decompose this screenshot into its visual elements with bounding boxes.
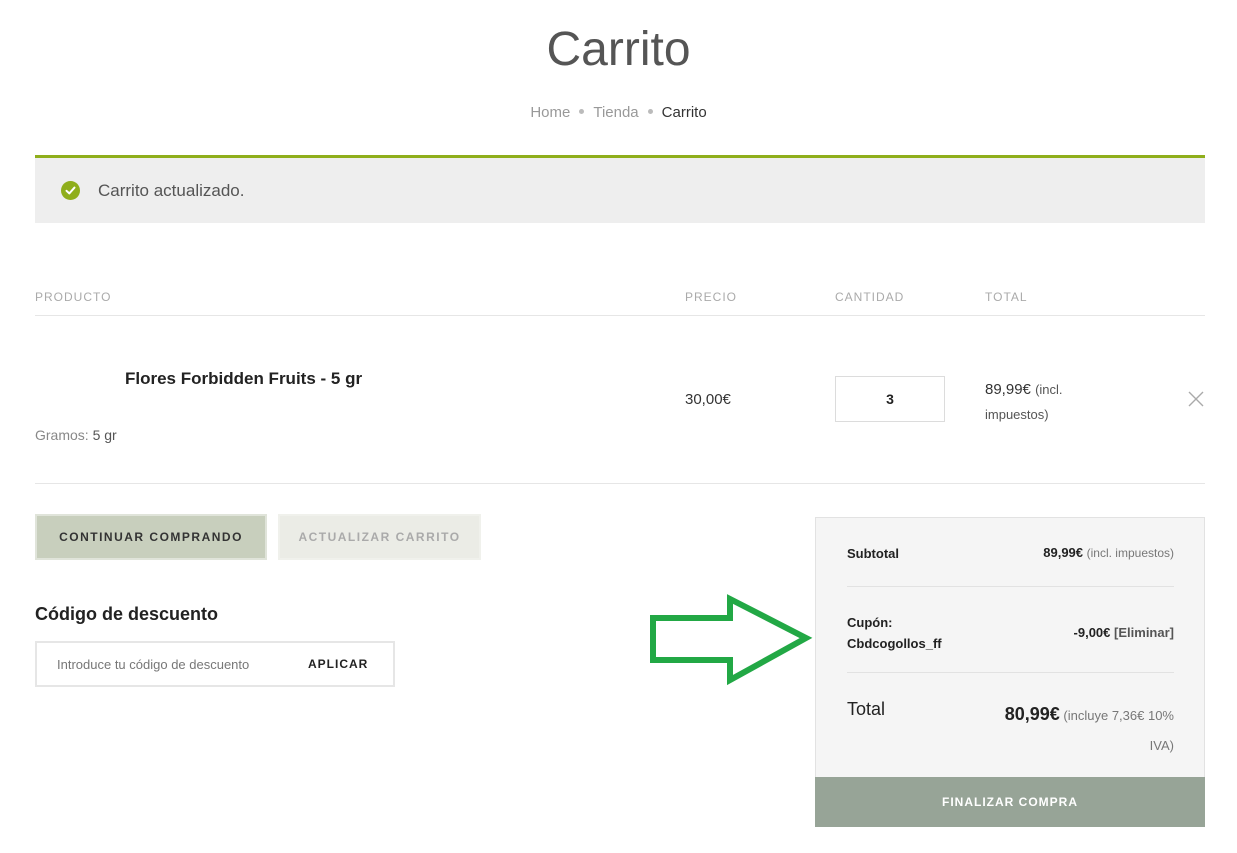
coupon-form: APLICAR	[35, 641, 395, 687]
line-total: 89,99€ (incl. impuestos)	[985, 377, 1105, 427]
cart-updated-notice: Carrito actualizado.	[35, 155, 1205, 223]
line-total-value: 89,99€	[985, 381, 1031, 398]
total-label: Total	[847, 699, 886, 719]
checkout-button[interactable]: FINALIZAR COMPRA	[815, 777, 1205, 827]
product-price: 30,00€	[685, 391, 731, 408]
total-row: Total 80,99€ (incluye 7,36€ 10% IVA)	[847, 699, 1174, 753]
total-value: 80,99€	[1004, 704, 1060, 724]
product-name[interactable]: Flores Forbidden Fruits - 5 gr	[125, 369, 362, 389]
total-amount: 80,99€ (incluye 7,36€ 10% IVA)	[1005, 699, 1174, 761]
apply-coupon-button[interactable]: APLICAR	[308, 657, 368, 671]
table-divider	[35, 315, 1205, 316]
header-product: PRODUCTO	[35, 290, 112, 304]
total-tax-note: (incluye 7,36€ 10%	[1063, 708, 1174, 723]
breadcrumb-separator	[647, 109, 653, 115]
arrow-right-icon	[650, 594, 813, 686]
cart-totals: Subtotal 89,99€ (incl. impuestos) Cupón:…	[815, 517, 1205, 777]
subtotal-note: (incl. impuestos)	[1086, 546, 1174, 560]
total-tax-note-end: IVA)	[1149, 738, 1174, 753]
check-circle-icon	[61, 181, 80, 200]
variation-label: Gramos:	[35, 427, 89, 443]
variation-value: 5 gr	[92, 427, 117, 443]
header-price: PRECIO	[685, 290, 738, 304]
page-title: Carrito	[546, 23, 691, 76]
table-divider	[35, 483, 1205, 484]
breadcrumb-current: Carrito	[661, 104, 707, 121]
notice-message: Carrito actualizado.	[98, 180, 245, 200]
coupon-title: Código de descuento	[35, 604, 219, 624]
remove-coupon-link[interactable]: [Eliminar]	[1114, 625, 1174, 640]
coupon-row: Cupón: Cbdcogollos_ff -9,00€ [Eliminar]	[847, 612, 1174, 654]
subtotal-value: 89,99€	[1043, 545, 1084, 560]
breadcrumb-shop[interactable]: Tienda	[593, 104, 638, 121]
coupon-input[interactable]	[37, 656, 302, 672]
quantity-input[interactable]	[835, 376, 945, 422]
breadcrumb: Home Tienda Carrito	[0, 104, 1237, 121]
breadcrumb-home[interactable]: Home	[530, 104, 570, 121]
coupon-amount: -9,00€ [Eliminar]	[1074, 622, 1174, 643]
coupon-value: -9,00€	[1073, 625, 1111, 640]
continue-shopping-button[interactable]: CONTINUAR COMPRANDO	[35, 514, 267, 560]
close-icon[interactable]	[1186, 389, 1206, 409]
subtotal-amount: 89,99€ (incl. impuestos)	[1043, 545, 1174, 560]
totals-divider	[847, 672, 1174, 673]
update-cart-button[interactable]: ACTUALIZAR CARRITO	[278, 514, 481, 560]
header-quantity: CANTIDAD	[835, 290, 905, 304]
breadcrumb-separator	[579, 109, 585, 115]
header-total: TOTAL	[985, 290, 1028, 304]
totals-divider	[847, 586, 1174, 587]
subtotal-row: Subtotal 89,99€ (incl. impuestos)	[847, 545, 1174, 563]
product-variation: Gramos: 5 gr	[35, 427, 117, 443]
subtotal-label: Subtotal	[847, 546, 899, 561]
